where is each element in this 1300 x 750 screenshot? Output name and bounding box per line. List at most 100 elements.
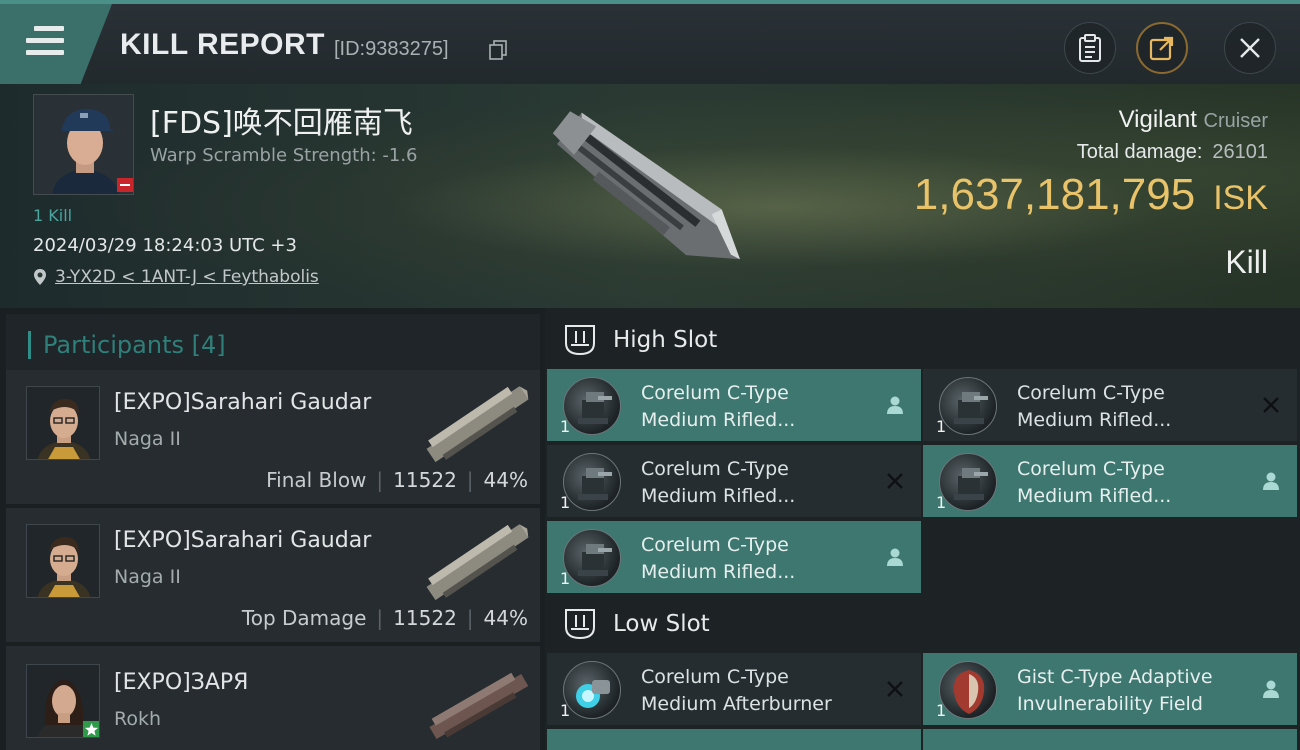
- module-item[interactable]: 1 Corelum C-Type Medium Rifled...: [923, 445, 1297, 517]
- module-item[interactable]: 1 Corelum C-Type Medium Rifled...: [547, 521, 921, 593]
- participant-ship-render: [426, 524, 529, 601]
- victim-summary: [FDS]唤不回雁南飞 Warp Scramble Strength: -1.6…: [0, 84, 1300, 308]
- ship-render: [552, 111, 740, 260]
- module-name-line1: Corelum C-Type: [641, 534, 789, 556]
- module-name: Corelum C-Type Medium Rifled...: [641, 380, 795, 434]
- ship-type[interactable]: Vigilant Cruiser: [1119, 106, 1268, 134]
- low-slot-icon: [565, 609, 595, 640]
- total-damage: Total damage: 26101: [1077, 141, 1268, 164]
- total-damage-label: Total damage:: [1076, 141, 1203, 163]
- close-icon: [1240, 38, 1260, 58]
- high-slot-title: High Slot: [613, 327, 718, 353]
- low-slot-title: Low Slot: [613, 611, 710, 637]
- high-slot-header: High Slot: [545, 310, 1300, 370]
- dropped-person-icon: [1263, 472, 1279, 490]
- participant-name[interactable]: [EXPO]Sarahari Gaudar: [114, 528, 371, 553]
- module-item[interactable]: 1 Gist C-Type Adaptive Invulnerability F…: [923, 653, 1297, 725]
- module-name-line2: Medium Afterburner: [641, 693, 832, 715]
- module-name: Corelum C-Type Medium Rifled...: [641, 456, 795, 510]
- module-name-line1: Corelum C-Type: [641, 382, 789, 404]
- victim-portrait[interactable]: [33, 94, 134, 195]
- high-slot-icon: [565, 325, 595, 356]
- module-name-line1: Gist C-Type Adaptive: [1017, 666, 1213, 688]
- participant-name[interactable]: [EXPO]ЗАРЯ: [114, 670, 248, 695]
- share-button[interactable]: [1136, 22, 1188, 74]
- dropped-person-icon: [1263, 680, 1279, 698]
- module-item-partial[interactable]: [923, 729, 1297, 750]
- participant-ship: Naga II: [114, 566, 181, 588]
- module-name-line1: Corelum C-Type: [1017, 458, 1165, 480]
- location-pin-icon: [34, 269, 46, 285]
- participant-row[interactable]: [EXPO]ЗАРЯ Rokh: [6, 646, 540, 750]
- hamburger-menu-icon: [26, 26, 64, 56]
- kill-datetime: 2024/03/29 18:24:03 UTC +3: [33, 235, 297, 256]
- module-quantity: 1: [560, 569, 571, 588]
- dropped-person-icon: [887, 396, 903, 414]
- module-item-partial[interactable]: [547, 729, 921, 750]
- module-item[interactable]: 1 Corelum C-Type Medium Afterburner: [547, 653, 921, 725]
- turret-module-icon: [563, 529, 621, 587]
- module-quantity: 1: [560, 417, 571, 436]
- clipboard-button[interactable]: [1064, 22, 1116, 74]
- clipboard-icon: [1079, 34, 1101, 62]
- module-item[interactable]: 1 Corelum C-Type Medium Rifled...: [547, 369, 921, 441]
- participants-count: [4]: [191, 331, 226, 359]
- participant-ship: Naga II: [114, 428, 181, 450]
- participant-avatar[interactable]: [26, 524, 100, 598]
- module-name-line2: Medium Rifled...: [641, 561, 796, 583]
- copy-icon[interactable]: [489, 40, 507, 60]
- report-id: [ID:9383275]: [334, 38, 449, 60]
- participant-avatar[interactable]: [26, 664, 100, 738]
- participant-avatar[interactable]: [26, 386, 100, 460]
- fitting-panel: High Slot 1 Corelum C-Type Medium Rifled…: [545, 308, 1300, 750]
- participants-title: Participants [4]: [28, 331, 226, 359]
- stats-divider: |: [376, 606, 384, 630]
- total-damage-value: 26101: [1212, 141, 1268, 163]
- afterburner-module-icon: [563, 661, 621, 719]
- module-name: Corelum C-Type Medium Afterburner: [641, 664, 832, 718]
- close-button[interactable]: [1224, 22, 1276, 74]
- turret-module-icon: [563, 377, 621, 435]
- module-item[interactable]: 1 Corelum C-Type Medium Rifled...: [923, 369, 1297, 441]
- status-badge: [117, 178, 133, 192]
- kill-count: 1 Kill: [33, 206, 73, 225]
- module-name-line1: Corelum C-Type: [641, 458, 789, 480]
- location-link[interactable]: 3-YX2D < 1ANT-J < Feythabolis: [55, 267, 319, 287]
- participant-damage: 11522: [393, 606, 457, 630]
- participant-ship: Rokh: [114, 708, 162, 730]
- module-item[interactable]: 1 Corelum C-Type Medium Rifled...: [547, 445, 921, 517]
- module-quantity: 1: [560, 701, 571, 720]
- header-bar: KILL REPORT [ID:9383275]: [0, 0, 1300, 84]
- isk-unit: ISK: [1213, 179, 1268, 217]
- stats-divider: |: [376, 468, 384, 492]
- victim-name[interactable]: [FDS]唤不回雁南飞: [150, 98, 413, 142]
- star-badge-icon: [83, 721, 99, 737]
- share-icon: [1149, 36, 1174, 61]
- destroyed-x-icon: [1263, 397, 1279, 413]
- participants-title-text: Participants: [43, 331, 184, 359]
- module-name-line2: Medium Rifled...: [1017, 409, 1172, 431]
- module-quantity: 1: [936, 493, 947, 512]
- participant-row[interactable]: [EXPO]Sarahari Gaudar Naga II Top Damage…: [6, 508, 540, 644]
- menu-button[interactable]: [0, 4, 112, 84]
- module-name: Corelum C-Type Medium Rifled...: [1017, 456, 1171, 510]
- ship-class: Cruiser: [1203, 110, 1268, 132]
- ship-name: Vigilant: [1118, 106, 1197, 133]
- module-name: Corelum C-Type Medium Rifled...: [641, 532, 795, 586]
- turret-module-icon: [939, 453, 997, 511]
- destroyed-x-icon: [887, 681, 903, 697]
- module-name: Corelum C-Type Medium Rifled...: [1017, 380, 1171, 434]
- participant-row[interactable]: [EXPO]Sarahari Gaudar Naga II Final Blow…: [6, 370, 540, 506]
- participants-header: Participants [4]: [6, 314, 540, 372]
- kill-location[interactable]: 3-YX2D < 1ANT-J < Feythabolis: [33, 267, 319, 287]
- module-quantity: 1: [936, 701, 947, 720]
- warp-scramble-strength: Warp Scramble Strength: -1.6: [150, 145, 418, 166]
- participants-panel: Participants [4] [EXPO]Sarahari Gaudar N…: [0, 308, 545, 750]
- participant-percent: 44%: [483, 468, 528, 492]
- participant-name[interactable]: [EXPO]Sarahari Gaudar: [114, 390, 371, 415]
- module-name-line1: Corelum C-Type: [1017, 382, 1165, 404]
- module-quantity: 1: [936, 417, 947, 436]
- participant-stats: Final Blow | 11522 | 44%: [266, 468, 528, 492]
- module-name: Gist C-Type Adaptive Invulnerability Fie…: [1017, 664, 1213, 718]
- module-quantity: 1: [560, 493, 571, 512]
